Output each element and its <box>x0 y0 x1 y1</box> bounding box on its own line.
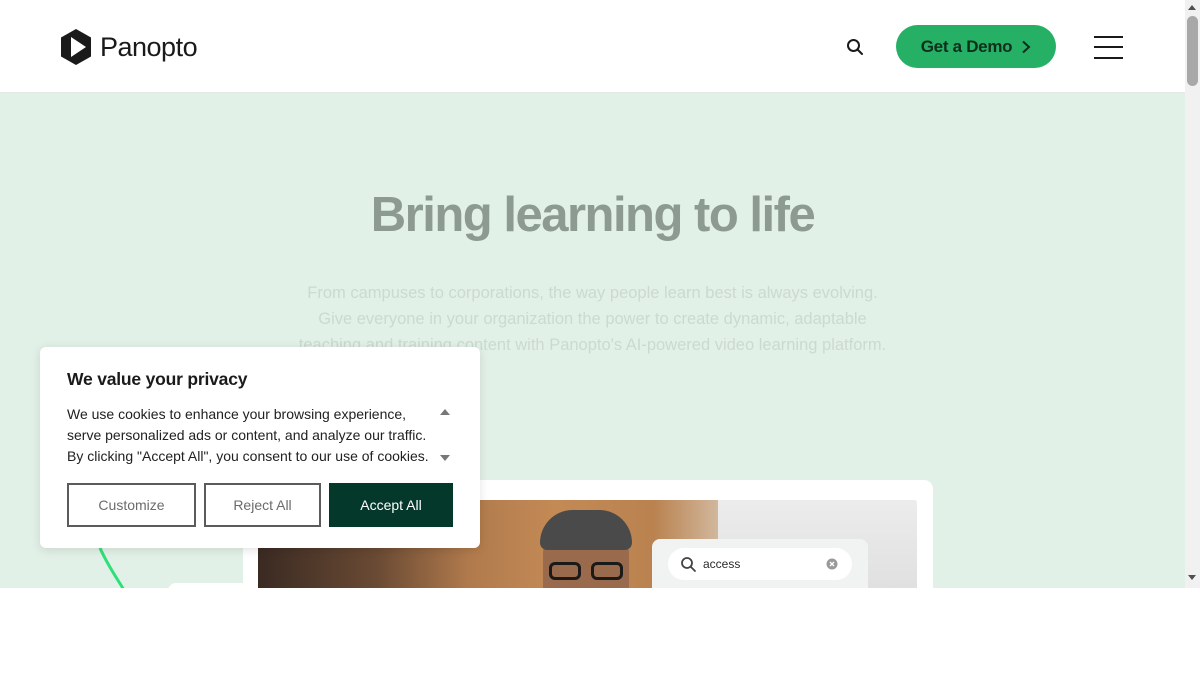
search-icon <box>847 39 863 55</box>
preview-search-field[interactable]: access <box>668 548 852 580</box>
scroll-up-arrow-icon[interactable] <box>1188 5 1196 10</box>
cookie-text-scrollbar[interactable] <box>438 405 452 467</box>
reject-all-button[interactable]: Reject All <box>204 483 321 527</box>
search-icon <box>681 556 696 572</box>
menu-line <box>1094 46 1123 48</box>
menu-line <box>1094 36 1123 38</box>
clear-circle-icon[interactable] <box>826 558 838 570</box>
scroll-up-arrow-icon[interactable] <box>440 409 450 415</box>
accept-all-button[interactable]: Accept All <box>329 483 453 527</box>
glasses-lens <box>591 562 623 580</box>
chevron-right-icon <box>1022 40 1031 53</box>
hero-title: Bring learning to life <box>370 188 816 242</box>
preview-search-value: access <box>703 557 741 571</box>
page-scrollbar-thumb[interactable] <box>1187 16 1198 86</box>
scroll-down-arrow-icon[interactable] <box>440 455 450 461</box>
scroll-down-arrow-icon[interactable] <box>1188 575 1196 580</box>
hamburger-menu-button[interactable] <box>1094 34 1124 60</box>
get-demo-button[interactable]: Get a Demo <box>896 25 1056 68</box>
customize-button[interactable]: Customize <box>67 483 196 527</box>
page-viewport: Panopto Get a Demo Bring learning to lif… <box>0 0 1185 588</box>
panopto-logo-icon <box>61 28 91 65</box>
cookie-title: We value your privacy <box>67 369 248 389</box>
search-button[interactable] <box>844 36 866 58</box>
glasses-lens <box>549 562 581 580</box>
site-header: Panopto Get a Demo <box>0 0 1185 93</box>
menu-line <box>1094 57 1123 59</box>
logo[interactable]: Panopto <box>59 28 198 66</box>
cookie-body-text: We use cookies to enhance your browsing … <box>67 406 429 464</box>
presenter-glasses <box>549 562 625 580</box>
cookie-consent-dialog: We value your privacy We use cookies to … <box>40 347 480 548</box>
presenter-hair <box>540 510 632 550</box>
get-demo-label: Get a Demo <box>920 36 1013 56</box>
page-scrollbar-track[interactable] <box>1185 0 1200 588</box>
logo-text: Panopto <box>100 31 198 62</box>
